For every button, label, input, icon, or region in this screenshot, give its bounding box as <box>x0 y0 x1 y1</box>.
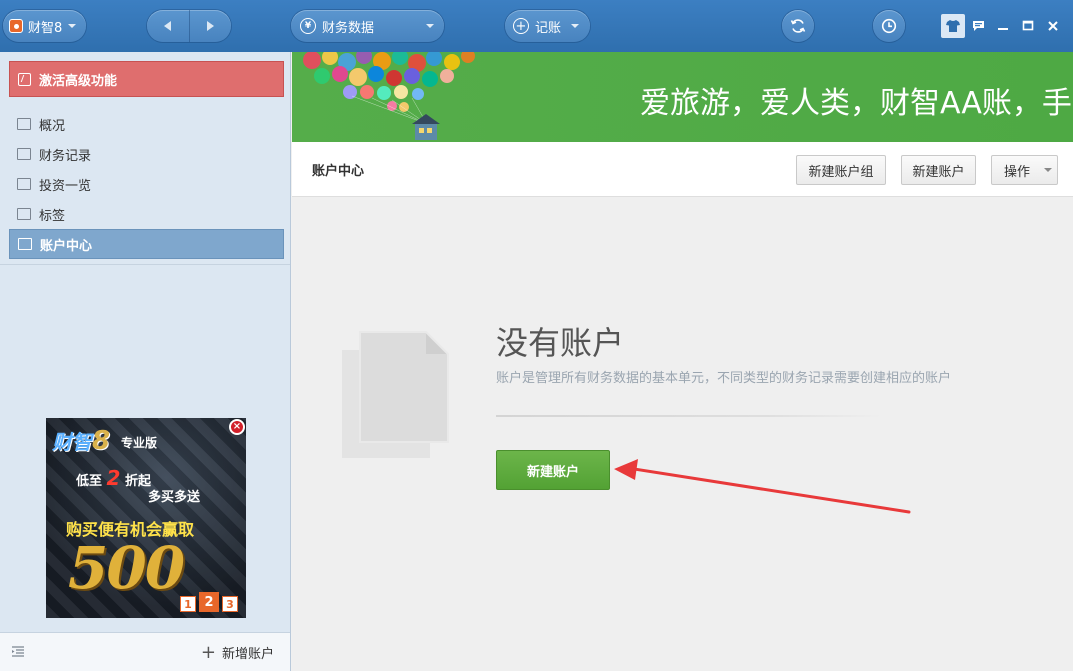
ad-edition: 专业版 <box>121 436 158 450</box>
sidebar-item-label: 财务记录 <box>39 148 92 164</box>
sync-button[interactable] <box>782 10 814 42</box>
actions-label: 操作 <box>1004 164 1031 180</box>
chat-icon <box>972 21 984 31</box>
empty-state-title: 没有账户 <box>496 324 625 362</box>
ad-pager: 1 2 3 <box>180 592 241 612</box>
ad-promo-line1: 低至 2 折起 <box>76 466 152 490</box>
clock-icon <box>881 18 897 34</box>
actions-dropdown[interactable]: 操作 <box>991 155 1058 185</box>
close-button[interactable] <box>1041 14 1065 38</box>
refresh-icon <box>790 19 806 33</box>
sidebar-item-label: 投资一览 <box>39 178 92 194</box>
sidebar-item-account-center[interactable]: 账户中心 <box>9 229 284 259</box>
sidebar-item-overview[interactable]: 概况 <box>9 109 284 139</box>
lightning-icon <box>18 72 31 86</box>
arrow-right-icon <box>206 21 214 31</box>
empty-state-subtitle: 账户是管理所有财务数据的基本单元，不同类型的财务记录需要创建相应的账户 <box>496 371 952 386</box>
activate-premium-button[interactable]: 激活高级功能 <box>9 61 284 97</box>
ad-promo-line2: 多买多送 <box>148 490 201 505</box>
close-icon <box>1048 21 1058 31</box>
main-content: 没有账户 账户是管理所有财务数据的基本单元，不同类型的财务记录需要创建相应的账户… <box>292 197 1073 671</box>
chevron-down-icon <box>426 24 434 28</box>
account-center-header: 账户中心 新建账户组 新建账户 操作 <box>292 142 1073 197</box>
minimize-icon <box>998 28 1008 30</box>
records-icon <box>17 148 31 160</box>
forward-button[interactable] <box>189 10 231 42</box>
chevron-down-icon <box>1044 168 1053 172</box>
new-account-header-button[interactable]: 新建账户 <box>901 155 976 185</box>
app-logo-icon <box>9 19 23 33</box>
ad-brand: 财智8 <box>52 426 111 456</box>
chevron-down-icon <box>571 24 579 28</box>
collapse-sidebar-icon[interactable] <box>12 645 24 661</box>
empty-state-divider <box>496 415 881 417</box>
banner-slogan: 爱旅游，爱人类，财智AA账，手 <box>640 86 1072 121</box>
sidebar-nav: 概况 财务记录 投资一览 标签 账户中心 <box>9 109 284 259</box>
arrow-left-icon <box>164 21 172 31</box>
sidebar-item-tags[interactable]: 标签 <box>9 199 284 229</box>
sidebar-item-label: 标签 <box>39 208 66 224</box>
back-button[interactable] <box>147 10 189 42</box>
ad-big-number: 500 <box>68 534 185 602</box>
sidebar-divider <box>0 264 290 265</box>
overview-icon <box>17 118 31 130</box>
promo-banner[interactable]: 爱旅游，爱人类，财智AA账，手 <box>292 52 1073 142</box>
plus-circle-icon: + <box>513 18 529 34</box>
sidebar-item-records[interactable]: 财务记录 <box>9 139 284 169</box>
sidebar: 激活高级功能 概况 财务记录 投资一览 标签 账户中心 财智8 专业版 低至 2… <box>0 52 291 671</box>
finance-data-label: 财务数据 <box>322 20 375 36</box>
new-account-button[interactable]: 新建账户 <box>496 450 610 490</box>
bookkeeping-label: 记账 <box>535 20 562 36</box>
sidebar-item-label: 账户中心 <box>40 238 93 254</box>
feedback-button[interactable] <box>966 14 990 38</box>
sidebar-item-label: 概况 <box>39 118 66 134</box>
tags-icon <box>17 208 31 220</box>
investment-icon <box>17 178 31 190</box>
app-menu-button[interactable]: 财智8 <box>3 10 86 42</box>
sidebar-footer: + 新增账户 <box>0 632 290 671</box>
page-title: 账户中心 <box>312 164 365 179</box>
shirt-icon <box>946 20 960 32</box>
minimize-button[interactable] <box>991 14 1015 38</box>
ad-page-1[interactable]: 1 <box>180 596 196 612</box>
account-center-icon <box>18 238 32 250</box>
yen-icon: ¥ <box>300 18 316 34</box>
empty-document-icon <box>342 331 449 458</box>
bookkeeping-menu[interactable]: + 记账 <box>505 10 590 42</box>
chevron-down-icon <box>68 24 77 28</box>
reminder-button[interactable] <box>873 10 905 42</box>
skin-button[interactable] <box>941 14 965 38</box>
add-account-button[interactable]: + 新增账户 <box>201 643 274 662</box>
finance-data-menu[interactable]: ¥ 财务数据 <box>291 10 444 42</box>
maximize-icon <box>1022 20 1034 31</box>
title-bar: 财智8 ¥ 财务数据 + 记账 <box>0 0 1073 52</box>
history-nav <box>147 10 231 42</box>
new-account-group-button[interactable]: 新建账户组 <box>796 155 886 185</box>
promo-ad-banner[interactable]: 财智8 专业版 低至 2 折起 多买多送 购买便有机会赢取 500 1 2 3 … <box>46 418 246 618</box>
app-name: 财智8 <box>28 20 63 36</box>
add-account-label: 新增账户 <box>221 647 274 662</box>
ad-page-3[interactable]: 3 <box>222 596 238 612</box>
window-controls <box>940 14 1065 38</box>
ad-close-icon[interactable]: × <box>229 419 245 435</box>
activate-premium-label: 激活高级功能 <box>39 73 118 89</box>
maximize-button[interactable] <box>1016 14 1040 38</box>
ad-page-2[interactable]: 2 <box>199 592 219 612</box>
balloons-house-illustration <box>303 52 475 140</box>
plus-icon: + <box>200 641 216 663</box>
sidebar-item-investment[interactable]: 投资一览 <box>9 169 284 199</box>
